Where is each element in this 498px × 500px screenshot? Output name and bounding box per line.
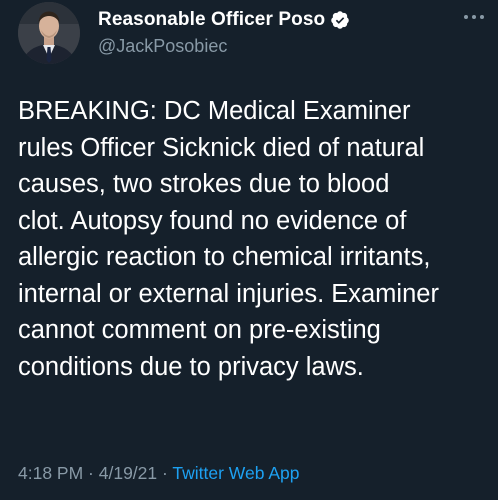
- tweet-time[interactable]: 4:18 PM: [18, 463, 83, 483]
- avatar-image: [18, 2, 80, 64]
- tweet-text: BREAKING: DC Medical Examiner rules Offi…: [18, 97, 439, 381]
- meta-separator: ·: [83, 463, 99, 483]
- tweet-header: Reasonable Officer Poso @JackPosobiec: [18, 2, 484, 64]
- more-options-icon[interactable]: [464, 10, 484, 24]
- verified-badge-icon: [330, 10, 350, 30]
- display-name[interactable]: Reasonable Officer Poso: [98, 9, 325, 31]
- more-dot: [464, 15, 468, 19]
- author-names: Reasonable Officer Poso @JackPosobiec: [98, 8, 350, 57]
- display-name-row: Reasonable Officer Poso: [98, 8, 350, 32]
- more-dot: [480, 15, 484, 19]
- more-dot: [472, 15, 476, 19]
- tweet-metadata: 4:18 PM · 4/19/21 · Twitter Web App: [18, 463, 300, 484]
- tweet-card: Reasonable Officer Poso @JackPosobiec BR…: [0, 0, 498, 500]
- meta-separator: ·: [157, 463, 173, 483]
- tweet-date[interactable]: 4/19/21: [99, 463, 157, 483]
- tweet-source-link[interactable]: Twitter Web App: [172, 463, 299, 483]
- avatar[interactable]: [18, 2, 80, 64]
- author-handle[interactable]: @JackPosobiec: [98, 36, 350, 57]
